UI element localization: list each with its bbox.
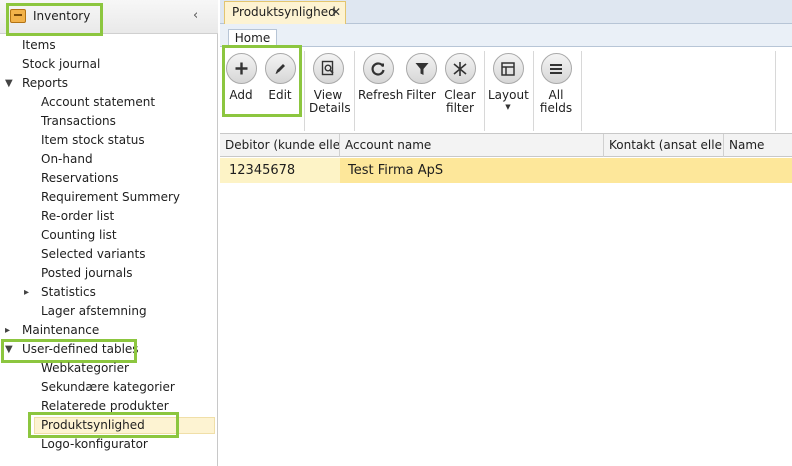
collapsed-chevron-icon[interactable]: ▸ (5, 325, 10, 336)
tab-label: Produktsynlighed (232, 5, 336, 19)
edit-button[interactable]: Edit (263, 53, 297, 102)
sidebar-item-lager-afstemning[interactable]: Lager afstemning (41, 302, 147, 321)
refresh-label: Refresh (358, 88, 404, 102)
clear-filter-icon (444, 53, 476, 84)
column-header-name[interactable]: Name (724, 134, 792, 157)
add-button[interactable]: Add (225, 53, 257, 102)
column-header-account-name[interactable]: Account name (340, 134, 604, 157)
sidebar-item-items[interactable]: Items (22, 36, 56, 55)
ribbon-separator (533, 51, 534, 131)
refresh-button[interactable]: Refresh (358, 53, 404, 102)
ribbon-separator (484, 51, 485, 131)
sidebar-item-item-stock-status[interactable]: Item stock status (41, 131, 145, 150)
ribbon-separator (581, 51, 582, 131)
sidebar-item-reports[interactable]: Reports (22, 74, 68, 93)
ribbon-tab-bar: Home (220, 24, 792, 47)
all-fields-label: All fields (539, 88, 573, 115)
add-label: Add (229, 88, 253, 102)
cell-kontakt[interactable] (604, 158, 724, 183)
cell-name[interactable] (724, 158, 792, 183)
sidebar-item-transactions[interactable]: Transactions (41, 112, 116, 131)
view-details-label: View Details (309, 88, 351, 115)
view-details-button[interactable]: View Details (309, 53, 351, 115)
chevron-down-icon: ▼ (505, 103, 511, 111)
cell-debitor[interactable]: 12345678 (220, 158, 340, 183)
sidebar-item-re-order-list[interactable]: Re-order list (41, 207, 114, 226)
layout-label: Layout (488, 88, 529, 102)
sidebar-item-counting-list[interactable]: Counting list (41, 226, 117, 245)
refresh-icon (362, 53, 394, 84)
sidebar-item-maintenance[interactable]: Maintenance (22, 321, 99, 340)
expanded-chevron-icon[interactable]: ▼ (5, 78, 13, 89)
app-window: Inventory ‹ Items Stock journal ▼ Report… (0, 0, 792, 466)
sidebar-item-statistics[interactable]: Statistics (41, 283, 96, 302)
plus-icon (225, 53, 257, 84)
collapsed-chevron-icon[interactable]: ▸ (24, 287, 29, 298)
sidebar-item-posted-journals[interactable]: Posted journals (41, 264, 132, 283)
tab-produktsynlighed[interactable]: Produktsynlighed ✕ (224, 1, 346, 24)
clear-filter-label: Clear filter (444, 88, 476, 115)
highlight-box-inventory (6, 3, 103, 36)
view-details-icon (312, 53, 344, 84)
sidebar-item-selected-variants[interactable]: Selected variants (41, 245, 145, 264)
layout-dropdown-button[interactable]: Layout ▼ (488, 53, 529, 112)
all-fields-button[interactable]: All fields (538, 53, 574, 115)
ribbon-separator (304, 51, 305, 131)
sidebar-item-reservations[interactable]: Reservations (41, 169, 118, 188)
column-header-kontakt[interactable]: Kontakt (ansat eller... (604, 134, 724, 157)
list-icon (540, 53, 572, 84)
sidebar-item-stock-journal[interactable]: Stock journal (22, 55, 100, 74)
sidebar-item-requirement-summery[interactable]: Requirement Summery (41, 188, 180, 207)
pencil-icon (264, 53, 296, 84)
filter-label: Filter (406, 88, 436, 102)
sidebar-item-sekundaere-kategorier[interactable]: Sekundære kategorier (41, 378, 175, 397)
close-icon[interactable]: ✕ (331, 2, 341, 23)
edit-label: Edit (268, 88, 292, 102)
ribbon-toolbar: Add Edit View Details Refresh Filter Cle… (220, 45, 792, 134)
sidebar-item-logo-konfigurator[interactable]: Logo-konfigurator (41, 435, 148, 454)
table-row[interactable]: 12345678 Test Firma ApS (220, 158, 792, 183)
ribbon-separator (354, 51, 355, 131)
filter-button[interactable]: Filter (406, 53, 437, 102)
collapse-sidebar-icon[interactable]: ‹ (193, 8, 198, 23)
main-content: Produktsynlighed ✕ Home Add Edit View De… (220, 0, 792, 466)
funnel-icon (406, 53, 437, 84)
navigation-sidebar: Inventory ‹ Items Stock journal ▼ Report… (0, 0, 218, 466)
cell-account-name[interactable]: Test Firma ApS (340, 158, 604, 183)
sidebar-item-account-statement[interactable]: Account statement (41, 93, 155, 112)
sidebar-item-on-hand[interactable]: On-hand (41, 150, 93, 169)
grid-header: Debitor (kunde elle... Account name Kont… (220, 134, 792, 157)
column-header-debitor[interactable]: Debitor (kunde elle... (220, 134, 340, 157)
sidebar-item-webkategorier[interactable]: Webkategorier (41, 359, 129, 378)
clear-filter-button[interactable]: Clear filter (443, 53, 477, 115)
ribbon-separator (775, 51, 776, 131)
document-tabstrip: Produktsynlighed ✕ (220, 0, 792, 24)
layout-icon (492, 53, 524, 84)
